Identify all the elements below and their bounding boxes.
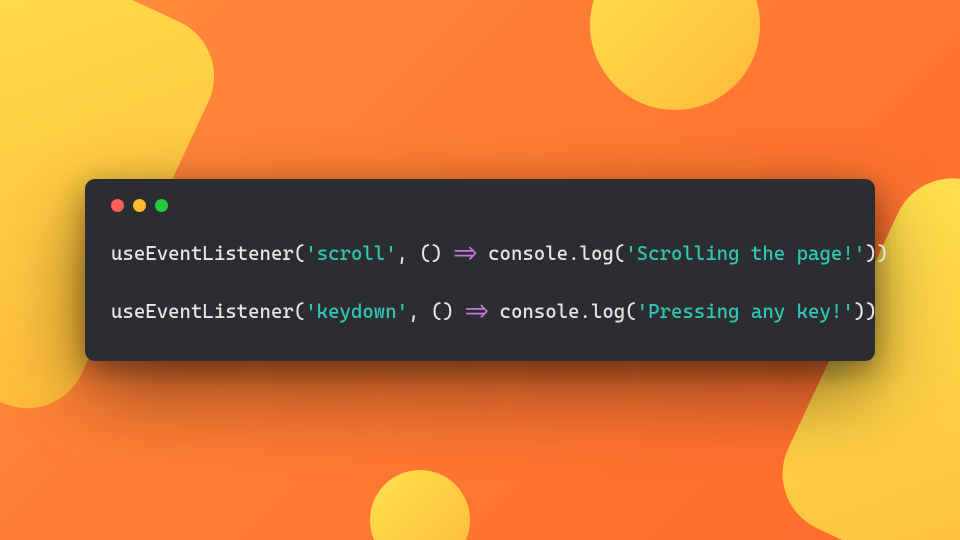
code-token: )) (865, 242, 888, 265)
code-blank-line (111, 274, 849, 292)
window-titlebar (111, 195, 849, 234)
code-token (488, 300, 499, 323)
code-line: useEventListener('keydown', () => consol… (111, 292, 849, 332)
code-token: ( (294, 300, 305, 323)
code-token: => (454, 242, 477, 265)
code-token: 'Scrolling the page!' (625, 242, 865, 265)
code-token: ( (614, 242, 625, 265)
code-token: , () (408, 300, 465, 323)
code-token: console (488, 242, 568, 265)
code-token: ( (294, 242, 305, 265)
close-icon[interactable] (111, 199, 124, 212)
code-token: console (500, 300, 580, 323)
code-line: useEventListener('scroll', () => console… (111, 234, 849, 274)
code-token: . (580, 300, 591, 323)
maximize-icon[interactable] (155, 199, 168, 212)
code-token (477, 242, 488, 265)
code-token: log (580, 242, 614, 265)
code-token: ( (625, 300, 636, 323)
code-token: => (465, 300, 488, 323)
code-token: , () (397, 242, 454, 265)
code-token: 'keydown' (305, 300, 408, 323)
code-window: useEventListener('scroll', () => console… (85, 179, 875, 362)
minimize-icon[interactable] (133, 199, 146, 212)
code-token: log (591, 300, 625, 323)
code-token: useEventListener (111, 242, 294, 265)
code-token: 'scroll' (305, 242, 396, 265)
decor-circle-bottom (370, 470, 470, 540)
code-block: useEventListener('scroll', () => console… (111, 234, 849, 332)
code-token: 'Pressing any key!' (637, 300, 854, 323)
decor-circle-top (590, 0, 760, 110)
code-token: useEventListener (111, 300, 294, 323)
code-token: )) (854, 300, 877, 323)
code-token: . (568, 242, 579, 265)
